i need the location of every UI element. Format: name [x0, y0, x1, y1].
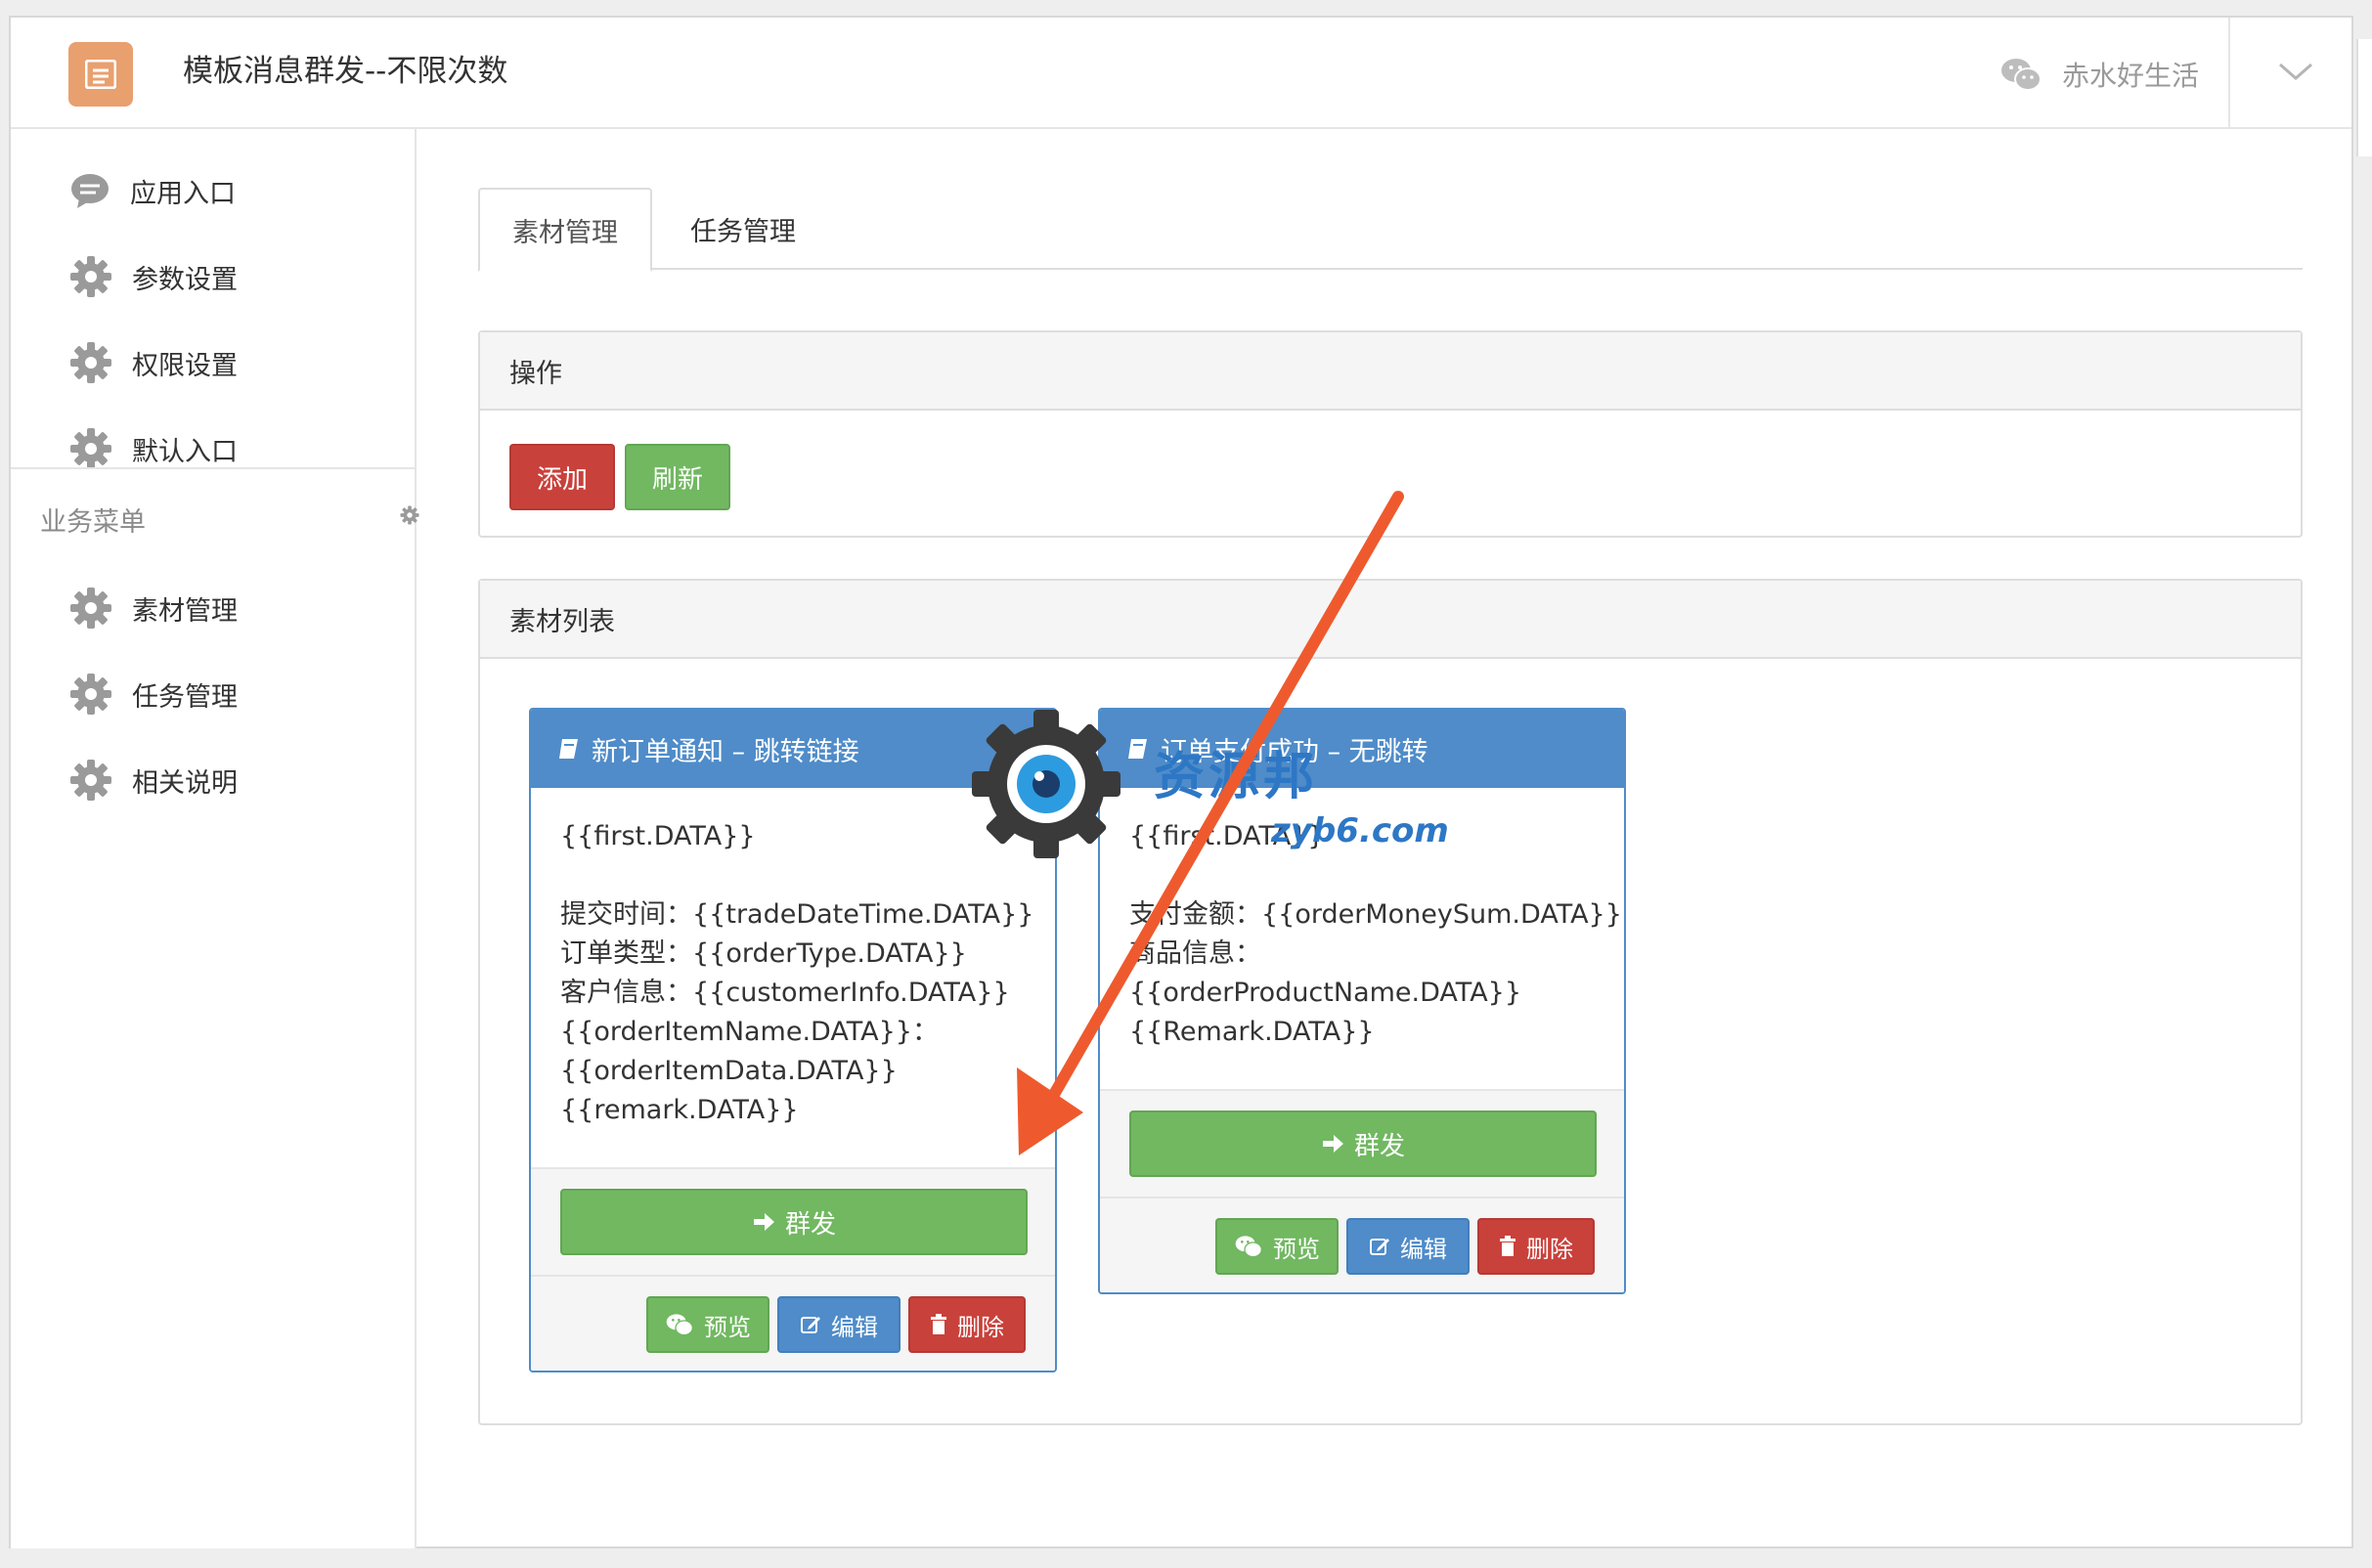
watermark-text: 资源邦: [1154, 747, 1319, 806]
sidebar-item-label: 相关说明: [132, 767, 238, 799]
delete-button[interactable]: 删除: [1477, 1218, 1595, 1275]
delete-label: 删除: [1526, 1235, 1573, 1263]
watermark-subtext: zyb6.com: [1271, 811, 1449, 850]
document-icon: [85, 60, 116, 89]
gear-icon: [70, 342, 111, 383]
panel-title: 素材列表: [480, 581, 2301, 659]
watermark-logo-icon: [972, 710, 1120, 858]
template-line: 订单类型：{{orderType.DATA}}: [560, 938, 967, 969]
template-line: {{orderItemName.DATA}}：: [560, 1017, 939, 1047]
preview-label: 预览: [1273, 1235, 1320, 1263]
card-action-section: 预览 编辑 删除: [531, 1275, 1055, 1371]
gear-icon: [70, 428, 111, 469]
tab-tasks[interactable]: 任务管理: [652, 188, 834, 270]
card-send-section: 群发: [531, 1167, 1055, 1275]
edit-icon: [1370, 1239, 1389, 1255]
panel-title: 操作: [480, 332, 2301, 411]
sidebar-item-label: 默认入口: [132, 436, 238, 467]
offscreen-edge: [2356, 39, 2372, 156]
edit-label: 编辑: [831, 1313, 878, 1341]
template-line: {{remark.DATA}}: [560, 1095, 799, 1125]
sidebar-item-label: 参数设置: [132, 264, 238, 295]
template-line: {{orderItemData.DATA}}: [560, 1056, 898, 1086]
sidebar-item-materials[interactable]: 素材管理: [69, 584, 238, 632]
template-line: [1129, 856, 1595, 895]
arrow-right-icon: [753, 1213, 774, 1231]
chevron-down-icon[interactable]: [2277, 57, 2314, 86]
gear-icon: [70, 760, 111, 801]
app-logo: [68, 42, 133, 107]
refresh-button[interactable]: 刷新: [625, 444, 730, 510]
sidebar-item-label: 权限设置: [132, 350, 238, 381]
sidebar-divider: [11, 467, 417, 469]
template-line: 商品信息：: [1129, 938, 1261, 969]
book-icon: [1128, 739, 1147, 759]
template-line: [560, 856, 1026, 895]
sidebar-item-label: 应用入口: [130, 178, 236, 209]
sidebar-item-default-entry[interactable]: 默认入口: [69, 424, 238, 473]
sidebar-group-title: 业务菜单: [40, 507, 146, 538]
card-send-section: 群发: [1100, 1089, 1624, 1197]
sidebar-item-label: 素材管理: [132, 595, 238, 627]
sidebar: 应用入口 参数设置 权限设置 默认入口 业务菜单 素材管理 任务管理 相关说明: [11, 129, 419, 1548]
edit-icon: [801, 1317, 820, 1333]
send-label: 群发: [784, 1209, 836, 1240]
card-action-section: 预览 编辑 删除: [1100, 1197, 1624, 1292]
wechat-icon: [1235, 1236, 1262, 1258]
template-line: 支付金额：{{orderMoneySum.DATA}}: [1129, 899, 1622, 930]
template-line: {{Remark.DATA}}: [1129, 1017, 1375, 1047]
delete-button[interactable]: 删除: [908, 1296, 1026, 1353]
sidebar-item-app-entry[interactable]: 应用入口: [69, 166, 236, 215]
add-button[interactable]: 添加: [509, 444, 615, 510]
sidebar-item-label: 任务管理: [132, 681, 238, 713]
gear-icon: [70, 256, 111, 297]
gear-icon: [70, 588, 111, 629]
sidebar-item-params[interactable]: 参数设置: [69, 252, 238, 301]
edit-button[interactable]: 编辑: [777, 1296, 900, 1353]
edit-button[interactable]: 编辑: [1346, 1218, 1470, 1275]
sidebar-item-docs[interactable]: 相关说明: [69, 756, 238, 805]
chat-bubble-icon: [71, 174, 109, 208]
edit-label: 编辑: [1400, 1235, 1447, 1263]
preview-label: 预览: [704, 1313, 751, 1341]
wechat-icon: [2001, 59, 2042, 91]
send-button[interactable]: 群发: [1129, 1111, 1597, 1177]
group-settings-icon[interactable]: [400, 505, 419, 525]
preview-button[interactable]: 预览: [1215, 1218, 1339, 1275]
send-button[interactable]: 群发: [560, 1189, 1028, 1255]
tab-materials[interactable]: 素材管理: [478, 188, 652, 272]
template-line: {{orderProductName.DATA}}: [1129, 978, 1522, 1008]
sidebar-item-permissions[interactable]: 权限设置: [69, 338, 238, 387]
preview-button[interactable]: 预览: [646, 1296, 769, 1353]
wechat-icon: [666, 1314, 693, 1336]
tab-bar: 素材管理 任务管理: [478, 188, 2303, 272]
template-line: 客户信息：{{customerInfo.DATA}}: [560, 978, 1010, 1008]
material-list-panel: 素材列表 新订单通知 – 跳转链接 {{first.DATA}} 提交时间：{{…: [478, 579, 2303, 1425]
delete-label: 删除: [957, 1313, 1004, 1341]
header-divider: [2228, 18, 2230, 129]
account-name: 赤水好生活: [2062, 60, 2200, 92]
trash-icon: [931, 1314, 946, 1334]
send-label: 群发: [1353, 1131, 1405, 1161]
card-title: 新订单通知 – 跳转链接: [592, 736, 859, 767]
operations-panel: 操作 添加 刷新: [478, 330, 2303, 538]
account-switcher[interactable]: 赤水好生活: [2000, 53, 2199, 96]
sidebar-item-tasks[interactable]: 任务管理: [69, 670, 238, 719]
top-header: 模板消息群发--不限次数 赤水好生活: [11, 18, 2351, 129]
book-icon: [559, 739, 578, 759]
arrow-right-icon: [1322, 1135, 1343, 1153]
gear-icon: [70, 674, 111, 715]
app-title: 模板消息群发--不限次数: [183, 54, 508, 89]
template-line: {{first.DATA}}: [560, 821, 756, 851]
template-line: 提交时间：{{tradeDateTime.DATA}}: [560, 899, 1034, 930]
trash-icon: [1500, 1236, 1515, 1256]
